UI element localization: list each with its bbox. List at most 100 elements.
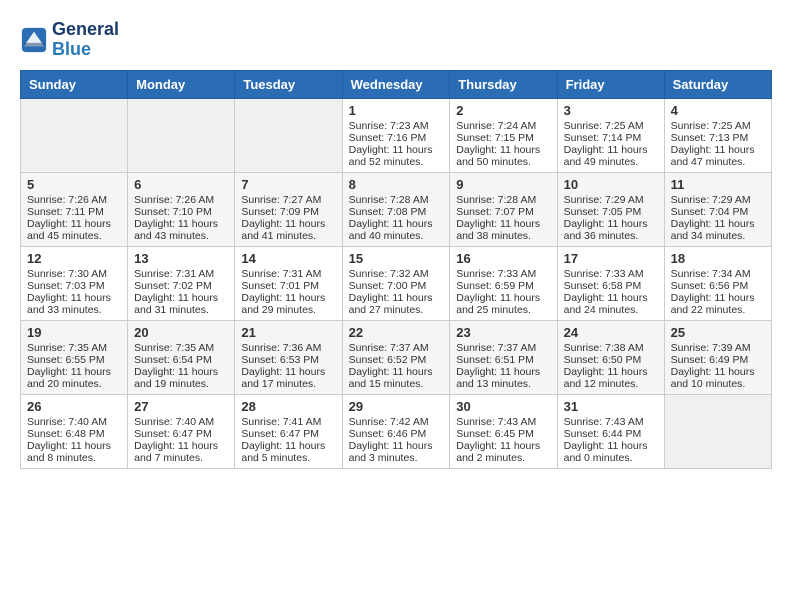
cell-text: Sunset: 7:03 PM [27,280,121,292]
calendar-cell: 8Sunrise: 7:28 AMSunset: 7:08 PMDaylight… [342,172,450,246]
day-number: 28 [241,399,335,414]
cell-text: and 38 minutes. [456,230,550,242]
cell-text: Sunrise: 7:37 AM [456,342,550,354]
cell-text: Sunrise: 7:29 AM [671,194,765,206]
cell-text: Sunrise: 7:33 AM [456,268,550,280]
cell-text: and 3 minutes. [349,452,444,464]
cell-text: Sunrise: 7:32 AM [349,268,444,280]
cell-text: Sunrise: 7:23 AM [349,120,444,132]
cell-text: Sunset: 7:13 PM [671,132,765,144]
logo: General Blue [20,20,119,60]
calendar-cell: 9Sunrise: 7:28 AMSunset: 7:07 PMDaylight… [450,172,557,246]
cell-text: and 8 minutes. [27,452,121,464]
calendar-cell: 31Sunrise: 7:43 AMSunset: 6:44 PMDayligh… [557,394,664,468]
calendar-cell: 2Sunrise: 7:24 AMSunset: 7:15 PMDaylight… [450,98,557,172]
cell-text: and 13 minutes. [456,378,550,390]
cell-text: Sunset: 6:48 PM [27,428,121,440]
cell-text: Sunrise: 7:34 AM [671,268,765,280]
day-number: 26 [27,399,121,414]
calendar-cell: 12 Sunrise: 7:30 AMSunset: 7:03 PMDayligh… [21,246,128,320]
day-number: 27 [134,399,228,414]
cell-text: Sunrise: 7:41 AM [241,416,335,428]
cell-text: Sunrise: 7:42 AM [349,416,444,428]
cell-text: and 29 minutes. [241,304,335,316]
day-number: 12 [27,251,121,266]
cell-text: Daylight: 11 hours [564,144,658,156]
cell-text: Sunrise: 7:38 AM [564,342,658,354]
cell-text: Daylight: 11 hours [241,292,335,304]
day-number: 10 [564,177,658,192]
cell-text: Sunrise: 7:25 AM [564,120,658,132]
calendar-table: SundayMondayTuesdayWednesdayThursdayFrid… [20,70,772,469]
cell-text: Sunset: 6:50 PM [564,354,658,366]
cell-text: Sunrise: 7:30 AM [27,268,121,280]
calendar-cell [664,394,771,468]
cell-text: Daylight: 11 hours [671,366,765,378]
cell-text: Sunset: 6:52 PM [349,354,444,366]
day-number: 3 [564,103,658,118]
cell-text: Daylight: 11 hours [671,292,765,304]
cell-text: Daylight: 11 hours [27,440,121,452]
weekday-header: Wednesday [342,70,450,98]
cell-text: and 17 minutes. [241,378,335,390]
cell-text: and 25 minutes. [456,304,550,316]
cell-text: and 52 minutes. [349,156,444,168]
cell-text: Sunset: 7:11 PM [27,206,121,218]
cell-text: Sunset: 6:49 PM [671,354,765,366]
cell-text: Daylight: 11 hours [241,440,335,452]
cell-text: Sunset: 7:02 PM [134,280,228,292]
cell-text: Sunrise: 7:37 AM [349,342,444,354]
day-number: 25 [671,325,765,340]
logo-icon [20,26,48,54]
cell-text: Daylight: 11 hours [349,218,444,230]
calendar-cell: 22Sunrise: 7:37 AMSunset: 6:52 PMDayligh… [342,320,450,394]
day-number: 7 [241,177,335,192]
calendar-cell: 14Sunrise: 7:31 AMSunset: 7:01 PMDayligh… [235,246,342,320]
cell-text: Sunset: 7:08 PM [349,206,444,218]
cell-text: and 12 minutes. [564,378,658,390]
calendar-cell: 18Sunrise: 7:34 AMSunset: 6:56 PMDayligh… [664,246,771,320]
cell-text: Sunrise: 7:29 AM [564,194,658,206]
cell-text: Sunset: 7:01 PM [241,280,335,292]
calendar-cell: 24Sunrise: 7:38 AMSunset: 6:50 PMDayligh… [557,320,664,394]
calendar-cell [235,98,342,172]
weekday-header: Monday [128,70,235,98]
day-number: 2 [456,103,550,118]
day-number: 6 [134,177,228,192]
cell-text: Sunrise: 7:28 AM [349,194,444,206]
cell-text: Sunset: 6:47 PM [134,428,228,440]
cell-text: Sunrise: 7:43 AM [564,416,658,428]
logo-text: General Blue [52,20,119,60]
calendar-cell: 17Sunrise: 7:33 AMSunset: 6:58 PMDayligh… [557,246,664,320]
cell-text: and 33 minutes. [27,304,121,316]
cell-text: Daylight: 11 hours [349,366,444,378]
cell-text: and 10 minutes. [671,378,765,390]
cell-text: Sunrise: 7:31 AM [241,268,335,280]
cell-text: Daylight: 11 hours [27,292,121,304]
calendar-cell: 20Sunrise: 7:35 AMSunset: 6:54 PMDayligh… [128,320,235,394]
calendar-cell: 16Sunrise: 7:33 AMSunset: 6:59 PMDayligh… [450,246,557,320]
calendar-cell: 1Sunrise: 7:23 AMSunset: 7:16 PMDaylight… [342,98,450,172]
cell-text: and 20 minutes. [27,378,121,390]
weekday-header: Tuesday [235,70,342,98]
cell-text: Sunrise: 7:40 AM [134,416,228,428]
calendar-week-row: 12Sunrise: 7:30 AMSunset: 7:03 PMDayligh… [21,246,772,320]
calendar-cell: 6Sunrise: 7:26 AMSunset: 7:10 PMDaylight… [128,172,235,246]
calendar-header-row: SundayMondayTuesdayWednesdayThursdayFrid… [21,70,772,98]
cell-text: Daylight: 11 hours [241,218,335,230]
cell-text: Sunset: 6:55 PM [27,354,121,366]
cell-text: and 36 minutes. [564,230,658,242]
cell-text: and 24 minutes. [564,304,658,316]
cell-text: Daylight: 11 hours [456,440,550,452]
calendar-cell: 30Sunrise: 7:43 AMSunset: 6:45 PMDayligh… [450,394,557,468]
day-number: 29 [349,399,444,414]
calendar-cell [128,98,235,172]
day-number: 30 [456,399,550,414]
calendar-cell: 23Sunrise: 7:37 AMSunset: 6:51 PMDayligh… [450,320,557,394]
cell-text: Daylight: 11 hours [456,144,550,156]
day-number: 9 [456,177,550,192]
cell-text: Sunset: 6:51 PM [456,354,550,366]
cell-text: and 31 minutes. [134,304,228,316]
cell-text: Daylight: 11 hours [564,440,658,452]
day-number: 23 [456,325,550,340]
